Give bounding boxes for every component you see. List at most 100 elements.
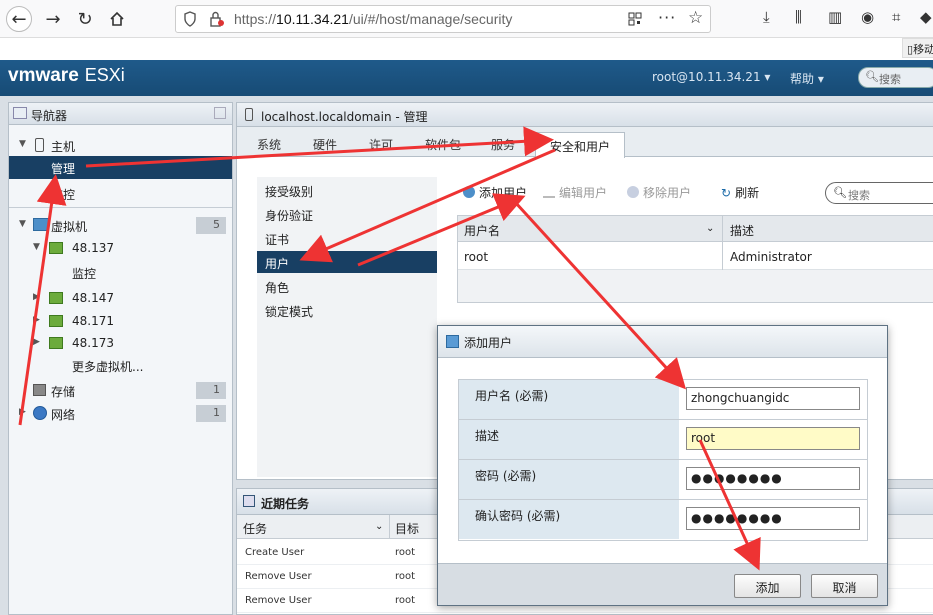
tab-services[interactable]: 服务: [491, 136, 515, 153]
security-submenu: 接受级别 身份验证 证书 用户 角色 锁定模式: [257, 177, 437, 477]
remove-user-icon: [627, 186, 639, 198]
sort-chevron-icon[interactable]: ⌄: [375, 521, 383, 532]
cancel-button[interactable]: 取消: [811, 574, 878, 598]
tree-item-vm-48-137[interactable]: ▼ 48.137: [9, 237, 232, 260]
column-task[interactable]: 任务: [243, 520, 267, 537]
form-row-password: 密码 (必需) ●●●●●●●●: [459, 460, 867, 500]
tree-item-network[interactable]: ▶ 网络 1: [9, 402, 232, 425]
bookmark-star-icon[interactable]: ☆: [688, 8, 703, 28]
tree-item-more-vms[interactable]: 更多虚拟机...: [9, 354, 232, 377]
recent-tasks-title: 近期任务: [261, 497, 310, 511]
screenshot-crop-icon[interactable]: ⌗: [892, 8, 900, 26]
download-icon[interactable]: ⤓: [763, 8, 770, 26]
tab-licensing[interactable]: 许可: [369, 136, 393, 153]
back-button[interactable]: ←: [6, 6, 32, 32]
refresh-label: 刷新: [735, 186, 760, 200]
tasks-icon: [243, 495, 255, 507]
tree-item-label: 更多虚拟机...: [72, 360, 144, 374]
submenu-certificates[interactable]: 证书: [257, 227, 437, 249]
host-icon: [245, 108, 253, 121]
expand-arrow-icon[interactable]: ▶: [33, 337, 40, 347]
cell-username: root: [464, 250, 489, 264]
header-search-input[interactable]: 🔍︎ 搜索: [858, 67, 933, 88]
add-user-button[interactable]: 添加用户: [463, 184, 527, 201]
edit-user-button[interactable]: 编辑用户: [543, 184, 607, 201]
password-input[interactable]: ●●●●●●●●: [686, 467, 860, 490]
remove-user-label: 移除用户: [643, 186, 692, 200]
network-icon: [33, 406, 47, 420]
tree-item-label: 48.137: [72, 241, 114, 255]
column-target[interactable]: 目标: [395, 520, 419, 537]
confirm-password-label: 确认密码 (必需): [459, 500, 679, 539]
tab-packages[interactable]: 软件包: [425, 136, 461, 153]
submenu-lockdown-mode[interactable]: 锁定模式: [257, 299, 437, 321]
forward-button[interactable]: →: [40, 6, 66, 32]
lock-warning-icon[interactable]: [210, 11, 224, 27]
sort-chevron-icon[interactable]: ⌄: [706, 223, 714, 234]
description-input[interactable]: root: [686, 427, 860, 450]
tree-item-vm-48-147[interactable]: ▶ 48.147: [9, 287, 232, 310]
form-row-confirm-password: 确认密码 (必需) ●●●●●●●●: [459, 500, 867, 540]
expand-arrow-icon[interactable]: ▶: [33, 315, 40, 325]
tree-item-monitor[interactable]: 监控: [9, 182, 232, 205]
help-menu[interactable]: 帮助 ▾: [790, 70, 824, 87]
tree-item-label: 虚拟机: [51, 220, 88, 234]
tab-hardware[interactable]: 硬件: [313, 136, 337, 153]
submenu-users[interactable]: 用户: [257, 251, 437, 273]
username-input[interactable]: zhongchuangidc: [686, 387, 860, 410]
cell-task: Remove User: [245, 595, 312, 606]
home-button[interactable]: [104, 6, 130, 32]
address-bar[interactable]: https://10.11.34.21/ui/#/host/manage/sec…: [175, 5, 711, 33]
submenu-roles[interactable]: 角色: [257, 275, 437, 297]
expand-arrow-icon[interactable]: ▼: [33, 242, 40, 252]
cell-target[interactable]: root: [395, 595, 415, 606]
url-scheme: https://: [234, 11, 277, 27]
confirm-password-input[interactable]: ●●●●●●●●: [686, 507, 860, 530]
column-description[interactable]: 描述: [730, 222, 754, 239]
refresh-button[interactable]: ↻ 刷新: [721, 184, 759, 201]
expand-arrow-icon[interactable]: ▼: [19, 219, 26, 229]
column-username[interactable]: 用户名: [464, 222, 500, 239]
more-options-icon[interactable]: ···: [658, 8, 676, 27]
cell-target[interactable]: root: [395, 547, 415, 558]
add-button[interactable]: 添加: [734, 574, 801, 598]
mobile-bookmarks-label: 移动: [913, 43, 933, 56]
reload-button[interactable]: ↻: [72, 6, 98, 32]
expand-arrow-icon[interactable]: ▶: [19, 407, 26, 417]
shield-icon[interactable]: [184, 11, 196, 27]
expand-arrow-icon[interactable]: ▼: [19, 139, 26, 149]
tab-security-users[interactable]: 安全和用户: [535, 132, 625, 158]
column-divider[interactable]: [722, 216, 723, 242]
cell-target[interactable]: root: [395, 571, 415, 582]
mobile-bookmarks[interactable]: ▯移动: [902, 38, 933, 58]
expand-arrow-icon[interactable]: ▶: [33, 292, 40, 302]
tree-item-storage[interactable]: 存储 1: [9, 379, 232, 402]
url-text[interactable]: https://10.11.34.21/ui/#/host/manage/sec…: [234, 11, 512, 27]
tree-item-vm-48-173[interactable]: ▶ 48.173: [9, 332, 232, 355]
submenu-acceptance-level[interactable]: 接受级别: [257, 179, 437, 201]
library-icon[interactable]: ⫼: [795, 8, 802, 26]
dialog-header: 添加用户: [438, 326, 887, 358]
tab-system[interactable]: 系统: [257, 136, 281, 153]
column-divider[interactable]: [389, 515, 390, 539]
table-row[interactable]: root Administrator: [458, 242, 933, 270]
collapse-pin-icon[interactable]: [214, 107, 226, 119]
url-path: /ui/#/host/manage/security: [348, 11, 513, 27]
qr-code-icon[interactable]: [628, 12, 642, 26]
remove-user-button[interactable]: 移除用户: [627, 184, 691, 201]
brand-esxi: ESXi: [84, 65, 125, 85]
username-label: 用户名 (必需): [459, 380, 679, 419]
tree-item-vms[interactable]: ▼ 虚拟机 5: [9, 214, 232, 237]
sidebar-icon[interactable]: ▥: [828, 8, 842, 26]
tree-item-vm-48-171[interactable]: ▶ 48.171: [9, 310, 232, 333]
tree-item-host[interactable]: ▼ 主机: [9, 134, 232, 157]
submenu-authentication[interactable]: 身份验证: [257, 203, 437, 225]
esxi-header: vmware ESXi root@10.11.34.21 ▾ 帮助 ▾ 🔍︎ 搜索: [0, 60, 933, 96]
tree-item-manage[interactable]: 管理: [9, 156, 232, 179]
account-icon[interactable]: ◉: [861, 8, 874, 26]
user-menu[interactable]: root@10.11.34.21 ▾: [652, 70, 770, 84]
tree-item-vm-monitor[interactable]: 监控: [9, 261, 232, 284]
navigator-icon: [13, 107, 27, 119]
chat-icon[interactable]: ◆: [920, 8, 932, 26]
users-search-input[interactable]: 🔍︎ 搜索: [825, 182, 933, 204]
